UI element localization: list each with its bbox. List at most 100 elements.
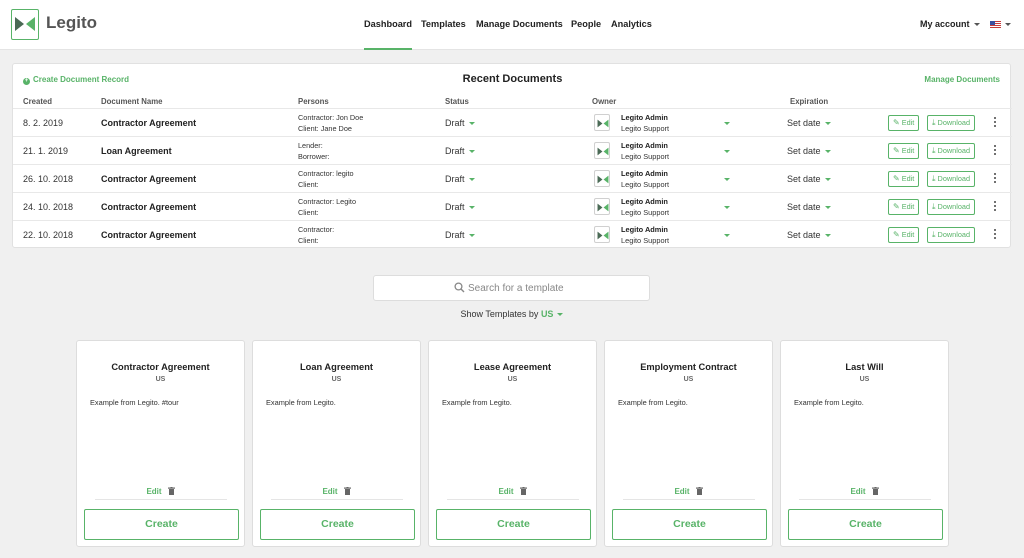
nav-manage-documents[interactable]: Manage Documents	[476, 0, 563, 50]
download-button[interactable]: ⤓ Download	[927, 227, 975, 243]
chevron-down-icon	[824, 150, 831, 154]
my-account-menu[interactable]: My account	[920, 19, 980, 29]
expiration-dropdown[interactable]: Set date	[787, 174, 831, 184]
chevron-down-icon	[468, 150, 475, 154]
column-header-expiration[interactable]: Expiration	[790, 97, 828, 106]
table-row[interactable]: 26. 10. 2018 Contractor Agreement Contract…	[13, 164, 1012, 192]
template-region: US	[683, 376, 694, 383]
person-line: Contractor:	[298, 225, 335, 234]
template-edit-link[interactable]: Edit	[850, 487, 865, 496]
template-search-input[interactable]: Search for a template	[373, 275, 650, 301]
status-dropdown[interactable]: Draft	[445, 174, 475, 184]
owner-name: Legito Admin	[621, 225, 668, 234]
status-label: Draft	[445, 146, 465, 156]
owner-dropdown-chevron-icon[interactable]	[724, 150, 730, 153]
table-row[interactable]: 8. 2. 2019 Contractor Agreement Contractor…	[13, 108, 1012, 136]
edit-button[interactable]: ✎ Edit	[888, 171, 920, 187]
template-edit-link[interactable]: Edit	[674, 487, 689, 496]
status-dropdown[interactable]: Draft	[445, 202, 475, 212]
owner-dropdown-chevron-icon[interactable]	[724, 234, 730, 237]
download-label: Download	[937, 230, 970, 239]
template-edit-link[interactable]: Edit	[322, 487, 337, 496]
download-button[interactable]: ⤓ Download	[927, 171, 975, 187]
card-actions: Edit	[781, 487, 948, 496]
template-title[interactable]: Lease Agreement	[429, 362, 596, 372]
edit-button[interactable]: ✎ Edit	[888, 115, 920, 131]
chevron-down-icon[interactable]	[1005, 23, 1011, 26]
nav-dashboard[interactable]: Dashboard	[364, 0, 412, 50]
more-options-icon[interactable]	[993, 145, 997, 157]
expiration-dropdown[interactable]: Set date	[787, 202, 831, 212]
expiration-label: Set date	[787, 202, 821, 212]
create-button[interactable]: Create	[436, 509, 591, 540]
table-row[interactable]: 21. 1. 2019 Loan Agreement Lender: Borrower…	[13, 136, 1012, 164]
template-title[interactable]: Contractor Agreement	[77, 362, 244, 372]
template-title[interactable]: Employment Contract	[605, 362, 772, 372]
region-filter-dropdown[interactable]: US	[541, 309, 564, 319]
template-card: Lease Agreement US Example from Legito. Edi…	[428, 340, 597, 547]
nav-analytics[interactable]: Analytics	[611, 0, 652, 50]
trash-icon[interactable]	[871, 487, 879, 495]
card-actions: Edit	[429, 487, 596, 496]
template-edit-link[interactable]: Edit	[498, 487, 513, 496]
expiration-dropdown[interactable]: Set date	[787, 230, 831, 240]
create-button[interactable]: Create	[788, 509, 943, 540]
edit-button[interactable]: ✎ Edit	[888, 227, 920, 243]
template-title[interactable]: Last Will	[781, 362, 948, 372]
edit-button[interactable]: ✎ Edit	[888, 143, 920, 159]
document-name-link[interactable]: Contractor Agreement	[101, 174, 196, 184]
template-edit-link[interactable]: Edit	[146, 487, 161, 496]
more-options-icon[interactable]	[993, 117, 997, 129]
document-name-link[interactable]: Contractor Agreement	[101, 118, 196, 128]
status-dropdown[interactable]: Draft	[445, 230, 475, 240]
owner-cell: Legito Admin Legito Support	[621, 197, 669, 218]
trash-icon[interactable]	[167, 487, 175, 495]
expiration-dropdown[interactable]: Set date	[787, 118, 831, 128]
column-header-status[interactable]: Status	[445, 97, 469, 106]
trash-icon[interactable]	[519, 487, 527, 495]
status-dropdown[interactable]: Draft	[445, 146, 475, 156]
column-header-document-name[interactable]: Document Name	[101, 97, 163, 106]
nav-people[interactable]: People	[571, 0, 601, 50]
table-row[interactable]: 24. 10. 2018 Contractor Agreement Contract…	[13, 192, 1012, 220]
download-label: Download	[937, 202, 970, 211]
document-name-link[interactable]: Contractor Agreement	[101, 202, 196, 212]
person-line: Lender:	[298, 141, 323, 150]
panel-title: Recent Documents	[462, 73, 563, 85]
create-button[interactable]: Create	[84, 509, 239, 540]
chevron-down-icon	[468, 122, 475, 126]
column-header-owner[interactable]: Owner	[592, 97, 616, 106]
trash-icon[interactable]	[695, 487, 703, 495]
create-button[interactable]: Create	[260, 509, 415, 540]
search-icon	[454, 282, 465, 293]
template-title[interactable]: Loan Agreement	[253, 362, 420, 372]
nav-templates[interactable]: Templates	[421, 0, 466, 50]
document-name-link[interactable]: Contractor Agreement	[101, 230, 196, 240]
template-card: Contractor Agreement US Example from Legit…	[76, 340, 245, 547]
download-button[interactable]: ⤓ Download	[927, 199, 975, 215]
expiration-dropdown[interactable]: Set date	[787, 146, 831, 156]
download-icon: ⤓	[932, 146, 936, 155]
more-options-icon[interactable]	[993, 229, 997, 241]
status-dropdown[interactable]: Draft	[445, 118, 475, 128]
download-button[interactable]: ⤓ Download	[927, 143, 975, 159]
owner-dropdown-chevron-icon[interactable]	[724, 206, 730, 209]
download-button[interactable]: ⤓ Download	[927, 115, 975, 131]
owner-dropdown-chevron-icon[interactable]	[724, 178, 730, 181]
column-header-persons[interactable]: Persons	[298, 97, 329, 106]
edit-button[interactable]: ✎ Edit	[888, 199, 920, 215]
document-name-link[interactable]: Loan Agreement	[101, 146, 172, 156]
owner-dropdown-chevron-icon[interactable]	[724, 122, 730, 125]
manage-documents-link[interactable]: Manage Documents	[924, 75, 1000, 84]
legito-logo-icon[interactable]	[11, 9, 39, 40]
us-flag-icon[interactable]	[990, 21, 1001, 28]
table-row[interactable]: 22. 10. 2018 Contractor Agreement Contract…	[13, 220, 1012, 248]
more-options-icon[interactable]	[993, 201, 997, 213]
person-line: Client:	[298, 207, 319, 217]
more-options-icon[interactable]	[993, 173, 997, 185]
person-line: Client:	[298, 179, 319, 189]
trash-icon[interactable]	[343, 487, 351, 495]
app-name[interactable]: Legito	[46, 13, 97, 33]
column-header-created[interactable]: Created	[23, 97, 52, 106]
create-button[interactable]: Create	[612, 509, 767, 540]
